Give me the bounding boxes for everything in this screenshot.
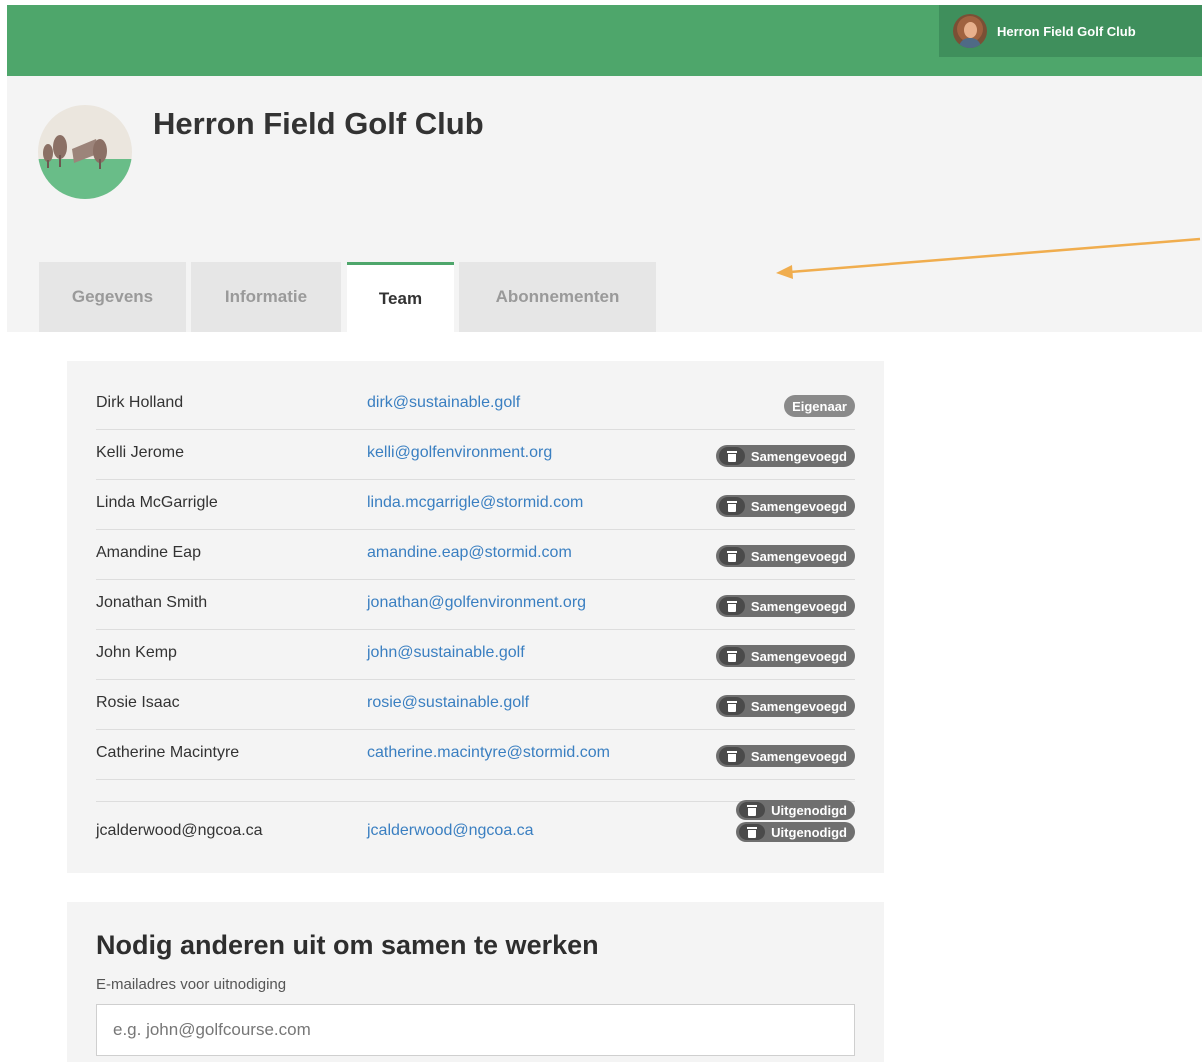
tab-gegevens[interactable]: Gegevens [39, 262, 186, 332]
status-label: Samengevoegd [750, 748, 847, 764]
member-email-link[interactable]: jonathan@golfenvironment.org [367, 594, 586, 612]
invite-panel: Nodig anderen uit om samen te werken E-m… [67, 902, 884, 1062]
status-label: Samengevoegd [750, 498, 847, 514]
member-name: Rosie Isaac [96, 694, 180, 711]
member-email-link[interactable]: dirk@sustainable.golf [367, 394, 520, 412]
member-name: Amandine Eap [96, 544, 201, 561]
member-email-link[interactable]: john@sustainable.golf [367, 644, 525, 662]
remove-member-button[interactable]: Samengevoegd [715, 595, 855, 617]
remove-member-button[interactable]: Samengevoegd [715, 745, 855, 767]
member-name: John Kemp [96, 644, 177, 661]
remove-member-button[interactable]: Samengevoegd [715, 695, 855, 717]
trash-icon [718, 647, 745, 665]
status-label: Samengevoegd [750, 648, 847, 664]
remove-member-button[interactable]: Samengevoegd [715, 645, 855, 667]
trash-icon [718, 597, 745, 615]
member-email-link[interactable]: linda.mcgarrigle@stormid.com [367, 494, 583, 512]
revoke-invite-button[interactable]: Uitgenodigd [736, 822, 855, 842]
status-label: Samengevoegd [750, 698, 847, 714]
user-avatar [953, 14, 987, 48]
member-email-link[interactable]: amandine.eap@stormid.com [367, 544, 572, 562]
member-email-link[interactable]: rosie@sustainable.golf [367, 694, 529, 712]
member-email-link[interactable]: catherine.macintyre@stormid.com [367, 744, 610, 762]
annotation-arrow-icon [776, 237, 1201, 279]
invite-email-input[interactable] [96, 1004, 855, 1056]
status-label: Samengevoegd [750, 598, 847, 614]
table-row: Rosie Isaac rosie@sustainable.golf Samen… [96, 680, 855, 730]
status-label: Uitgenodigd [771, 802, 847, 818]
trash-icon [718, 747, 745, 765]
member-name: Catherine Macintyre [96, 744, 240, 761]
account-menu[interactable]: Herron Field Golf Club [939, 5, 1202, 57]
trash-icon [739, 824, 766, 840]
trash-icon [718, 697, 745, 715]
table-row: Dirk Holland dirk@sustainable.golf Eigen… [96, 380, 855, 430]
member-email-link[interactable]: kelli@golfenvironment.org [367, 444, 552, 462]
member-name: Dirk Holland [96, 394, 184, 411]
status-badge: Eigenaar [784, 395, 855, 417]
table-row: Linda McGarrigle linda.mcgarrigle@stormi… [96, 480, 855, 530]
table-row: John Kemp john@sustainable.golf Samengev… [96, 630, 855, 680]
page-title: Herron Field Golf Club [153, 106, 484, 141]
tab-abonnementen[interactable]: Abonnementen [459, 262, 656, 332]
trash-icon [718, 547, 745, 565]
status-label: Samengevoegd [750, 448, 847, 464]
tab-team[interactable]: Team [347, 262, 454, 332]
status-label: Samengevoegd [750, 548, 847, 564]
table-row: Jonathan Smith jonathan@golfenvironment.… [96, 580, 855, 630]
member-name: Linda McGarrigle [96, 494, 218, 511]
trash-icon [718, 497, 745, 515]
tab-informatie[interactable]: Informatie [191, 262, 341, 332]
remove-member-button[interactable]: Samengevoegd [715, 495, 855, 517]
table-row: Amandine Eap amandine.eap@stormid.com Sa… [96, 530, 855, 580]
member-email-link[interactable]: jcalderwood@ngcoa.ca [367, 822, 534, 840]
trash-icon [718, 447, 745, 465]
invite-email-label: E-mailadres voor uitnodiging [96, 976, 287, 993]
frame-left [0, 0, 7, 1062]
invite-title: Nodig anderen uit om samen te werken [96, 930, 599, 960]
remove-member-button[interactable]: Samengevoegd [715, 445, 855, 467]
revoke-invite-button[interactable]: Uitgenodigd [736, 800, 855, 820]
status-label: Uitgenodigd [771, 824, 847, 840]
table-row: Catherine Macintyre catherine.macintyre@… [96, 730, 855, 780]
row-divider [96, 780, 855, 802]
member-name: Jonathan Smith [96, 594, 208, 611]
table-row: Kelli Jerome kelli@golfenvironment.org S… [96, 430, 855, 480]
club-logo-icon [38, 105, 132, 199]
member-name: jcalderwood@ngcoa.ca [96, 822, 263, 839]
team-list: Dirk Holland dirk@sustainable.golf Eigen… [67, 361, 884, 873]
trash-icon [739, 802, 766, 818]
account-name: Herron Field Golf Club [997, 23, 1136, 39]
table-row: jcalderwood@ngcoa.ca jcalderwood@ngcoa.c… [96, 800, 855, 852]
member-name: Kelli Jerome [96, 444, 185, 461]
remove-member-button[interactable]: Samengevoegd [715, 545, 855, 567]
